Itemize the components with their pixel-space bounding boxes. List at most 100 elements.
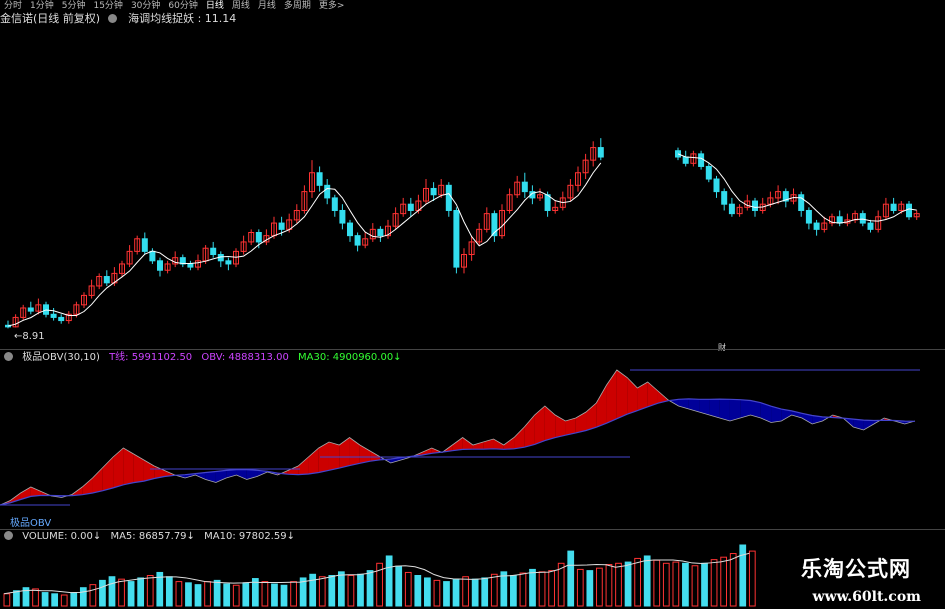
volume-bar <box>662 562 670 607</box>
obv-area <box>719 399 730 421</box>
volume-bar <box>127 581 135 607</box>
volume-bar <box>548 570 555 607</box>
candle-body <box>339 209 346 224</box>
chart-canvas[interactable]: ←8.91 财极品OBV <box>0 0 945 609</box>
obv-area <box>616 370 628 419</box>
candle-body <box>316 172 323 186</box>
t-line-label: T线: 5991102.50 <box>109 352 193 363</box>
volume-bar <box>271 583 278 607</box>
obv-area <box>328 442 340 471</box>
volume-bar <box>490 573 498 607</box>
low-price-label: ←8.91 <box>14 331 45 342</box>
volume-bar <box>634 557 641 607</box>
volume-legend: VOLUME: 0.00↓ MA5: 86857.79↓ MA10: 97802… <box>0 531 301 543</box>
volume-bar <box>576 568 584 607</box>
candle-body <box>157 260 163 271</box>
candle-body <box>210 247 217 256</box>
volume-bar <box>232 584 240 607</box>
obv-area <box>113 448 124 488</box>
obv-area <box>688 398 700 412</box>
volume-bar <box>643 555 651 607</box>
candle-body <box>597 147 604 158</box>
obv-bottom-label: 极品OBV <box>10 516 51 529</box>
watermark-title: 乐淘公式网 <box>801 557 911 581</box>
candle-body <box>728 203 735 215</box>
obv-area <box>133 454 144 483</box>
volume-bar <box>624 561 632 607</box>
candle-body <box>141 238 148 252</box>
obv-line <box>0 369 916 506</box>
watermark-url: www.60lt.com <box>812 589 921 605</box>
volume-bar <box>146 575 154 607</box>
volume-bar <box>357 573 364 607</box>
gear-icon[interactable] <box>4 531 13 540</box>
candle-body <box>544 194 551 211</box>
volume-bar <box>79 587 87 607</box>
candle-body <box>805 209 812 224</box>
divider <box>0 349 945 350</box>
candle-body <box>103 276 110 284</box>
volume-bar <box>443 581 450 607</box>
candle-body <box>354 235 361 246</box>
volume-bar <box>586 570 594 607</box>
volume-bar <box>13 590 20 607</box>
volume-bar <box>328 575 336 607</box>
candle-body <box>225 260 232 265</box>
candle-body <box>149 250 156 262</box>
candle-body <box>682 156 689 164</box>
volume-bar <box>280 584 288 607</box>
volume-bar <box>748 550 756 607</box>
candle-body <box>906 203 912 218</box>
candle-body <box>453 209 460 268</box>
volume-bar <box>385 555 393 607</box>
candle-body <box>347 222 353 237</box>
obv-legend: 极品OBV(30,10) T线: 5991102.50 OBV: 4888313… <box>0 352 408 364</box>
ma10-label: MA10: 97802.59↓ <box>204 531 295 542</box>
gear-icon[interactable] <box>4 352 13 361</box>
volume-bar <box>691 565 699 607</box>
candle-body <box>836 216 843 224</box>
obv-area <box>298 457 309 475</box>
obv-area <box>82 478 93 495</box>
volume-bar <box>519 572 527 607</box>
volume-bar <box>395 565 403 607</box>
obv-area <box>524 415 535 448</box>
volume-bar <box>51 593 59 607</box>
obv-area <box>236 469 247 480</box>
candle-body <box>890 203 897 211</box>
divider <box>0 529 945 530</box>
candle-body <box>187 263 194 268</box>
volume-bar <box>70 592 78 607</box>
candle-body <box>867 222 874 230</box>
volume-bar <box>710 559 718 607</box>
volume-bar <box>424 577 431 607</box>
volume-bar <box>175 581 183 607</box>
volume-name[interactable]: VOLUME: 0.00↓ <box>22 531 101 542</box>
candle-body <box>58 316 65 322</box>
volume-bar <box>3 593 11 607</box>
candle-body <box>255 232 262 243</box>
volume-bar <box>185 582 192 607</box>
volume-bar <box>701 562 708 607</box>
obv-area <box>514 427 525 449</box>
volume-bar <box>318 576 326 607</box>
volume-bar <box>452 578 460 607</box>
obv-area <box>596 385 607 428</box>
candle-body <box>324 184 331 199</box>
volume-bar <box>213 579 221 607</box>
volume-bar <box>204 581 211 607</box>
volume-bar <box>118 578 125 607</box>
volume-bar <box>414 575 422 607</box>
candle-body <box>27 307 34 312</box>
volume-bar <box>682 562 689 607</box>
obv-name[interactable]: 极品OBV(30,10) <box>22 352 100 363</box>
volume-bar <box>596 567 603 607</box>
candle-body <box>705 165 712 180</box>
volume-bar <box>653 559 661 607</box>
volume-bar <box>89 584 97 607</box>
volume-bar <box>462 576 469 607</box>
candle-body <box>752 200 758 211</box>
obv-area <box>534 406 545 445</box>
volume-bar <box>538 571 546 607</box>
marker-label: 财 <box>718 342 726 352</box>
